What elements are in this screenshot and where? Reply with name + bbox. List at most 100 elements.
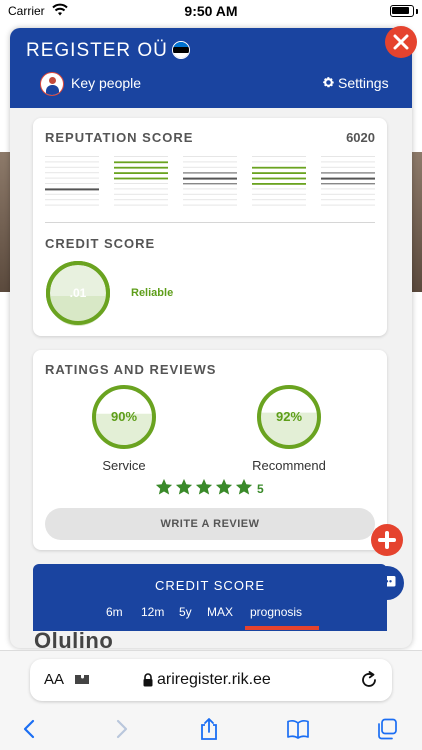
reputation-bar-line [114, 156, 168, 157]
reputation-bar-line [321, 177, 375, 180]
star-icon [235, 478, 253, 495]
reputation-bar-line [252, 177, 306, 180]
reputation-bar-line [183, 204, 237, 206]
reputation-bar-line [114, 199, 168, 201]
range-tab-12m[interactable]: 12m [141, 605, 164, 619]
modal-header: REGISTER OÜ Key people Settings [10, 28, 412, 108]
reputation-bar-line [321, 188, 375, 190]
star-icon [215, 478, 233, 495]
reputation-bar-line [321, 156, 375, 157]
credit-panel-title: CREDIT SCORE [155, 578, 265, 593]
reputation-bar-line [183, 177, 237, 180]
star-icon [175, 478, 193, 495]
reputation-bar-line [114, 193, 168, 195]
reputation-bar-line [321, 161, 375, 163]
clock: 9:50 AM [184, 3, 238, 19]
forward-icon[interactable] [109, 717, 133, 741]
reputation-title: REPUTATION SCORE [45, 130, 194, 145]
gear-icon[interactable] [322, 76, 335, 89]
add-button[interactable] [371, 524, 403, 556]
credit-status: Reliable [131, 287, 174, 299]
reputation-bar-line [45, 183, 99, 184]
recommend-value: 92% [275, 409, 303, 424]
reputation-bar-line [183, 188, 237, 190]
background-image-right [412, 152, 422, 292]
reputation-bar-line [114, 188, 168, 190]
reputation-bar-line [321, 193, 375, 195]
ratings-card: RATINGS AND REVIEWS 90% Service 92% Reco… [33, 350, 387, 550]
reputation-bar-line [321, 166, 375, 168]
reputation-bar-line [252, 204, 306, 206]
range-tab-max[interactable]: MAX [207, 605, 233, 619]
reputation-bar-line [114, 183, 168, 184]
reputation-bar-line [183, 156, 237, 157]
reputation-bar-line [252, 161, 306, 163]
reputation-bar-line [183, 183, 237, 185]
tabs-icon[interactable] [375, 717, 399, 741]
reputation-bar-line [252, 183, 306, 185]
extension-icon[interactable] [74, 673, 90, 686]
settings-link[interactable]: Settings [338, 75, 389, 91]
reputation-bars [45, 156, 375, 206]
reputation-bar-line [252, 172, 306, 174]
reputation-bar-line [45, 161, 99, 163]
reputation-bar-line [45, 156, 99, 157]
background-image-left [0, 152, 10, 292]
reputation-bar-line [252, 188, 306, 190]
range-tab-5y[interactable]: 5y [179, 605, 192, 619]
reputation-bar-line [114, 204, 168, 206]
url-text[interactable]: ariregister.rik.ee [157, 671, 271, 689]
estonia-flag-icon [172, 41, 190, 59]
reputation-bar-line [114, 161, 168, 164]
reputation-bar-line [45, 193, 99, 195]
battery-tip [416, 9, 418, 14]
reputation-bar-line [114, 166, 168, 169]
star-icon [195, 478, 213, 495]
battery-icon [390, 5, 414, 17]
credit-score-panel: CREDIT SCORE 6m 12m 5y MAX prognosis [33, 564, 387, 631]
reputation-bar-line [252, 199, 306, 201]
reputation-bar-line [321, 183, 375, 185]
star-icon [155, 478, 173, 495]
reputation-bar-line [321, 204, 375, 206]
reputation-bar-line [183, 161, 237, 163]
reputation-bar-line [45, 204, 99, 206]
reputation-bar-line [183, 166, 237, 168]
reputation-bar-line [45, 199, 99, 201]
recommend-caption: Recommend [252, 458, 326, 473]
reputation-bar-line [252, 166, 306, 169]
address-bar[interactable]: AA ariregister.rik.ee [30, 659, 392, 701]
reputation-bar-line [252, 156, 306, 157]
reputation-bar-line [45, 166, 99, 168]
reputation-bar-line [114, 177, 168, 180]
reputation-value: 6020 [346, 130, 375, 145]
range-tab-prognosis[interactable]: prognosis [250, 605, 302, 619]
key-people-avatar-icon[interactable] [40, 72, 64, 96]
close-button[interactable] [385, 26, 417, 58]
status-bar: Carrier 9:50 AM [0, 0, 422, 24]
bookmarks-icon[interactable] [286, 717, 310, 741]
reputation-bar-line [321, 172, 375, 174]
back-icon[interactable] [18, 717, 42, 741]
reputation-bar-line [183, 193, 237, 195]
stars-count: 5 [257, 482, 264, 496]
reputation-bar-line [114, 172, 168, 174]
close-icon [393, 34, 409, 50]
reader-aa-button[interactable]: AA [44, 671, 64, 688]
lock-icon [143, 673, 153, 687]
company-title: REGISTER OÜ [26, 40, 168, 61]
reputation-bar-line [183, 199, 237, 201]
service-value: 90% [110, 409, 138, 424]
reputation-bar-line [45, 172, 99, 174]
reload-icon[interactable] [360, 671, 378, 689]
reputation-bar-line [183, 172, 237, 174]
share-icon[interactable] [197, 717, 221, 741]
range-tab-6m[interactable]: 6m [106, 605, 123, 619]
reputation-bar-line [45, 177, 99, 179]
key-people-link[interactable]: Key people [71, 75, 141, 91]
reputation-bar-line [321, 199, 375, 201]
write-review-button[interactable]: WRITE A REVIEW [45, 508, 375, 540]
reputation-bar-line [252, 193, 306, 195]
credit-gauge-value: .01 [69, 286, 87, 300]
reputation-card: REPUTATION SCORE 6020 CREDIT SCORE .01 R… [33, 118, 387, 336]
